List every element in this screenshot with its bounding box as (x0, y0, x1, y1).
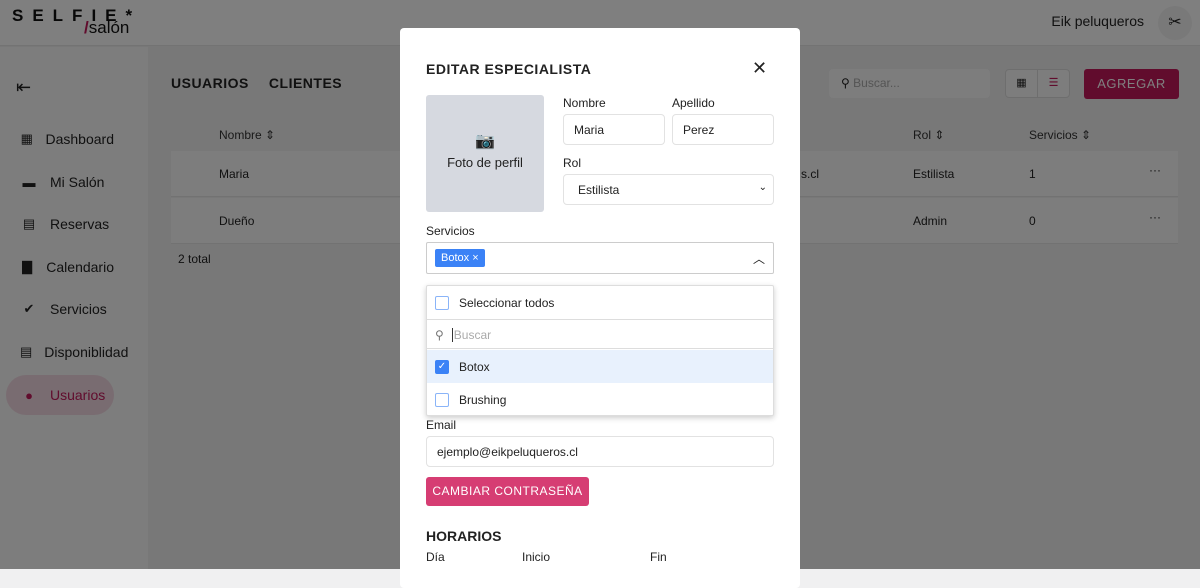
select-all-option[interactable]: Seleccionar todos (427, 286, 773, 320)
checkbox[interactable] (435, 295, 449, 310)
chevron-up-icon[interactable]: ︿ (753, 250, 765, 267)
col-inicio: Inicio (522, 550, 551, 564)
servicios-multiselect[interactable]: Botox × ︿ (426, 242, 774, 274)
checkbox-checked[interactable]: ✓ (435, 359, 449, 374)
edit-specialist-modal: EDITAR ESPECIALISTA ✕ 📷 Foto de perfil N… (400, 28, 800, 588)
remove-chip-icon[interactable]: × (472, 252, 478, 264)
option-brushing[interactable]: Brushing (427, 383, 773, 416)
profile-photo-upload[interactable]: 📷 Foto de perfil (426, 95, 544, 212)
nombre-input[interactable]: Maria (563, 114, 665, 145)
servicios-dropdown: Seleccionar todos ⚲ Buscar ✓ Botox Brushin… (426, 285, 774, 416)
servicios-label: Servicios (426, 224, 475, 238)
chevron-down-icon: ⌄ (758, 182, 767, 193)
email-label: Email (426, 418, 457, 432)
modal-title: EDITAR ESPECIALISTA (426, 61, 592, 77)
rol-label: Rol (563, 156, 582, 170)
col-dia: Día (426, 550, 445, 564)
search-icon: ⚲ (435, 327, 444, 342)
close-icon[interactable]: ✕ (752, 58, 767, 79)
col-fin: Fin (650, 550, 667, 564)
change-password-button[interactable]: CAMBIAR CONTRASEÑA (426, 477, 589, 506)
camera-icon: 📷 (475, 133, 495, 150)
checkbox[interactable] (435, 392, 449, 407)
photo-label: Foto de perfil (447, 155, 523, 170)
apellido-label: Apellido (672, 96, 715, 110)
nombre-label: Nombre (563, 96, 606, 110)
dropdown-search-input[interactable]: ⚲ Buscar (427, 321, 773, 349)
apellido-input[interactable]: Perez (672, 114, 774, 145)
rol-select[interactable]: Estilista ⌄ (563, 174, 774, 205)
horarios-heading: HORARIOS (426, 528, 502, 544)
option-botox[interactable]: ✓ Botox (427, 350, 773, 383)
service-chip[interactable]: Botox × (435, 249, 485, 267)
email-input[interactable]: ejemplo@eikpeluqueros.cl (426, 436, 774, 467)
